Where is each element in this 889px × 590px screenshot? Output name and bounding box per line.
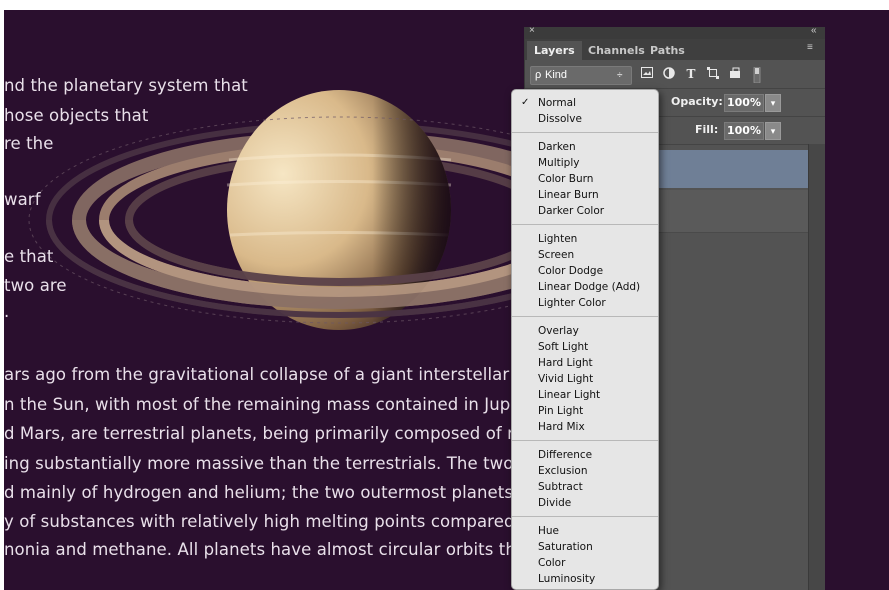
menu-separator — [512, 316, 658, 317]
document-text-line: warf — [4, 190, 41, 209]
menu-separator — [512, 440, 658, 441]
document-text-line: hose objects that — [4, 106, 149, 125]
menu-item-dissolve[interactable]: Dissolve — [512, 111, 658, 127]
document-text-line: . — [4, 302, 10, 321]
tab-channels[interactable]: Channels — [581, 41, 652, 60]
filter-kind-label: Kind — [545, 69, 568, 81]
menu-item-divide[interactable]: Divide — [512, 495, 658, 511]
menu-item-darker-color[interactable]: Darker Color — [512, 203, 658, 219]
adjustment-filter-icon[interactable] — [661, 67, 677, 82]
menu-item-vivid-light[interactable]: Vivid Light — [512, 371, 658, 387]
menu-item-soft-light[interactable]: Soft Light — [512, 339, 658, 355]
menu-separator — [512, 132, 658, 133]
menu-item-multiply[interactable]: Multiply — [512, 155, 658, 171]
document-text-line: e that — [4, 247, 54, 266]
menu-separator — [512, 224, 658, 225]
menu-item-subtract[interactable]: Subtract — [512, 479, 658, 495]
menu-item-hard-mix[interactable]: Hard Mix — [512, 419, 658, 435]
menu-item-difference[interactable]: Difference — [512, 447, 658, 463]
opacity-label: Opacity: — [671, 95, 723, 108]
menu-item-darken[interactable]: Darken — [512, 139, 658, 155]
filter-kind-select[interactable]: ρ Kind ÷ — [530, 66, 632, 85]
shape-filter-icon[interactable] — [705, 67, 721, 82]
layer-filter-row: ρ Kind ÷ T — [525, 60, 825, 89]
smart-object-filter-icon[interactable] — [727, 67, 743, 82]
type-filter-icon[interactable]: T — [683, 67, 699, 82]
menu-item-pin-light[interactable]: Pin Light — [512, 403, 658, 419]
menu-item-luminosity[interactable]: Luminosity — [512, 571, 658, 587]
panel-titlebar: × « — [525, 27, 825, 39]
document-text-line: y of substances with relatively high mel… — [4, 512, 515, 531]
document-text-line: n the Sun, with most of the remaining ma… — [4, 395, 522, 414]
menu-item-color[interactable]: Color — [512, 555, 658, 571]
search-icon: ρ — [535, 69, 542, 81]
layers-scrollbar[interactable] — [808, 144, 825, 590]
menu-item-lighter-color[interactable]: Lighter Color — [512, 295, 658, 311]
menu-item-hard-light[interactable]: Hard Light — [512, 355, 658, 371]
panel-menu-icon[interactable]: ≡ — [807, 42, 813, 53]
collapse-icon[interactable]: « — [811, 27, 817, 36]
menu-item-label: Normal — [538, 97, 576, 109]
menu-item-overlay[interactable]: Overlay — [512, 323, 658, 339]
menu-item-exclusion[interactable]: Exclusion — [512, 463, 658, 479]
close-icon[interactable]: × — [529, 27, 535, 36]
tab-layers[interactable]: Layers — [527, 41, 582, 60]
opacity-dropdown-button[interactable]: ▾ — [765, 94, 781, 112]
opacity-input[interactable]: 100% — [724, 94, 764, 112]
blend-mode-menu: ✓ Normal Dissolve Darken Multiply Color … — [511, 89, 659, 590]
document-text-line: two are — [4, 276, 67, 295]
document-text-line: d mainly of hydrogen and helium; the two… — [4, 483, 536, 502]
menu-item-saturation[interactable]: Saturation — [512, 539, 658, 555]
document-text-line: d Mars, are terrestrial planets, being p… — [4, 424, 524, 443]
menu-item-linear-burn[interactable]: Linear Burn — [512, 187, 658, 203]
menu-item-normal[interactable]: ✓ Normal — [512, 95, 658, 111]
menu-item-screen[interactable]: Screen — [512, 247, 658, 263]
document-text-line: ars ago from the gravitational collapse … — [4, 365, 531, 384]
menu-item-linear-light[interactable]: Linear Light — [512, 387, 658, 403]
menu-item-hue[interactable]: Hue — [512, 523, 658, 539]
stepper-icon: ÷ — [617, 70, 623, 81]
fill-dropdown-button[interactable]: ▾ — [765, 122, 781, 140]
fill-label: Fill: — [695, 123, 719, 136]
checkmark-icon: ✓ — [521, 97, 530, 108]
menu-separator — [512, 516, 658, 517]
panel-tabs: Layers Channels Paths ≡ — [525, 39, 825, 60]
menu-item-color-dodge[interactable]: Color Dodge — [512, 263, 658, 279]
menu-item-lighten[interactable]: Lighten — [512, 231, 658, 247]
image-filter-icon[interactable] — [639, 67, 655, 82]
filter-toggle-icon[interactable] — [749, 66, 765, 84]
document-text-line: re the — [4, 134, 54, 153]
document-text-line: nd the planetary system that — [4, 76, 248, 95]
menu-item-linear-dodge[interactable]: Linear Dodge (Add) — [512, 279, 658, 295]
fill-input[interactable]: 100% — [724, 122, 764, 140]
menu-item-color-burn[interactable]: Color Burn — [512, 171, 658, 187]
document-text-line: nonia and methane. All planets have almo… — [4, 540, 527, 559]
document-text-line: ing substantially more massive than the … — [4, 454, 524, 473]
tab-paths[interactable]: Paths — [643, 41, 692, 60]
